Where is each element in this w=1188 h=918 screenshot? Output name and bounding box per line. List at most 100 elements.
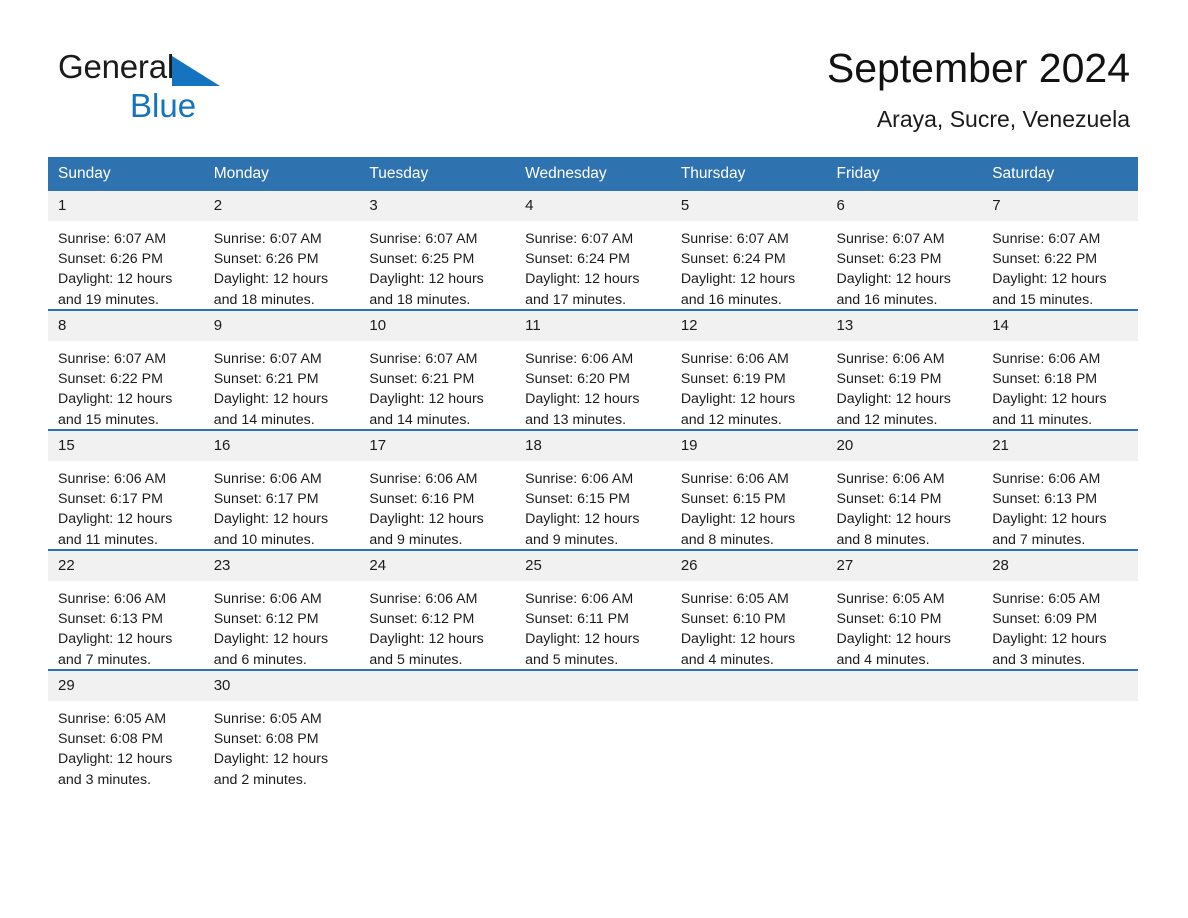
day-cell-inner: 11 Sunrise: 6:06 AM Sunset: 6:20 PM Dayligh… xyxy=(515,311,671,429)
day-daylight-line1-text: Daylight: 12 hours xyxy=(680,391,796,408)
calendar-day-cell[interactable]: 27 Sunrise: 6:05 AM Sunset: 6:10 PM Dayligh… xyxy=(826,549,983,670)
calendar-day-cell[interactable]: 21 Sunrise: 6:06 AM Sunset: 6:13 PM Dayligh… xyxy=(982,429,1138,550)
calendar-day-cell[interactable]: 3 Sunrise: 6:07 AM Sunset: 6:25 PM Daylight… xyxy=(359,191,516,310)
day-cell-inner: 2 Sunrise: 6:07 AM Sunset: 6:26 PM Daylight… xyxy=(203,191,360,309)
day-daylight-line1-text: Daylight: 12 hours xyxy=(213,391,329,408)
day-sunrise-text: Sunrise: 6:07 AM xyxy=(213,231,322,247)
day-daylight-line2-text: and 17 minutes. xyxy=(525,291,627,308)
day-daylight-line2-text: and 18 minutes. xyxy=(213,291,315,308)
day-cell-inner: 1 Sunrise: 6:07 AM Sunset: 6:26 PM Daylight… xyxy=(48,191,204,309)
calendar-day-cell[interactable]: 26 Sunrise: 6:05 AM Sunset: 6:10 PM Dayligh… xyxy=(670,549,827,670)
day-sunset-text: Sunset: 6:20 PM xyxy=(525,371,630,388)
day-daylight-line1-text: Daylight: 12 hours xyxy=(58,751,173,768)
logo-general-label: General xyxy=(58,48,175,85)
calendar-day-cell[interactable]: 24 Sunrise: 6:06 AM Sunset: 6:12 PM Dayligh… xyxy=(359,549,516,670)
day-number: 25 xyxy=(515,551,671,581)
day-sunrise-text: Sunrise: 6:07 AM xyxy=(369,231,478,247)
day-cell-inner: 29 Sunrise: 6:05 AM Sunset: 6:08 PM Dayligh… xyxy=(48,671,204,793)
weekday-header-thursday: Thursday xyxy=(670,157,827,191)
day-cell-inner: 21 Sunrise: 6:06 AM Sunset: 6:13 PM Dayligh… xyxy=(982,431,1138,549)
day-cell-inner xyxy=(826,671,983,793)
day-details: Sunrise: 6:05 AM Sunset: 6:10 PM Daylight:… xyxy=(671,581,827,670)
calendar-day-cell[interactable]: 12 Sunrise: 6:06 AM Sunset: 6:19 PM Dayligh… xyxy=(670,309,827,430)
calendar-day-cell[interactable]: 25 Sunrise: 6:06 AM Sunset: 6:11 PM Dayligh… xyxy=(515,549,671,670)
day-daylight-line1-text: Daylight: 12 hours xyxy=(992,391,1107,408)
day-cell-inner: 13 Sunrise: 6:06 AM Sunset: 6:19 PM Dayligh… xyxy=(826,311,983,429)
sunrise-sunset-calendar: Sunday Monday Tuesday Wednesday Thursday Frid… xyxy=(48,157,1138,793)
calendar-day-cell[interactable]: 14 Sunrise: 6:06 AM Sunset: 6:18 PM Dayligh… xyxy=(982,309,1138,430)
day-daylight-line2-text: and 5 minutes. xyxy=(369,651,463,668)
day-details: Sunrise: 6:05 AM Sunset: 6:08 PM Daylight:… xyxy=(204,701,360,790)
day-number: 3 xyxy=(359,191,516,221)
day-sunset-text: Sunset: 6:09 PM xyxy=(992,611,1098,628)
day-sunset-text: Sunset: 6:23 PM xyxy=(836,251,942,268)
day-cell-inner: 3 Sunrise: 6:07 AM Sunset: 6:25 PM Daylight… xyxy=(359,191,516,310)
day-sunset-text: Sunset: 6:26 PM xyxy=(58,251,163,268)
calendar-day-cell[interactable]: 7 Sunrise: 6:07 AM Sunset: 6:22 PM Daylight… xyxy=(982,191,1138,310)
day-sunset-text: Sunset: 6:12 PM xyxy=(369,611,475,628)
day-number: 29 xyxy=(48,671,204,701)
calendar-cell-empty xyxy=(982,669,1138,793)
calendar-day-cell[interactable]: 8 Sunrise: 6:07 AM Sunset: 6:22 PM Daylight… xyxy=(48,309,204,430)
day-number: 9 xyxy=(203,311,360,341)
calendar-day-cell[interactable]: 1 Sunrise: 6:07 AM Sunset: 6:26 PM Daylight… xyxy=(48,191,204,310)
day-daylight-line1-text: Daylight: 12 hours xyxy=(836,631,951,648)
calendar-day-cell[interactable]: 15 Sunrise: 6:06 AM Sunset: 6:17 PM Dayligh… xyxy=(48,429,204,550)
calendar-day-cell[interactable]: 2 Sunrise: 6:07 AM Sunset: 6:26 PM Daylight… xyxy=(203,191,360,310)
calendar-day-cell[interactable]: 30 Sunrise: 6:05 AM Sunset: 6:08 PM Dayligh… xyxy=(203,669,360,793)
day-cell-inner: 24 Sunrise: 6:06 AM Sunset: 6:12 PM Dayligh… xyxy=(359,551,516,669)
day-daylight-line2-text: and 18 minutes. xyxy=(369,291,471,308)
day-daylight-line2-text: and 19 minutes. xyxy=(58,291,159,308)
day-sunset-text: Sunset: 6:24 PM xyxy=(680,251,786,268)
day-daylight-line2-text: and 4 minutes. xyxy=(680,651,774,668)
day-sunrise-text: Sunrise: 6:06 AM xyxy=(680,471,789,487)
calendar-day-cell[interactable]: 23 Sunrise: 6:06 AM Sunset: 6:12 PM Dayligh… xyxy=(203,549,360,670)
calendar-day-cell[interactable]: 22 Sunrise: 6:06 AM Sunset: 6:13 PM Dayligh… xyxy=(48,549,204,670)
calendar-day-cell[interactable]: 5 Sunrise: 6:07 AM Sunset: 6:24 PM Daylight… xyxy=(670,191,827,310)
calendar-day-cell[interactable]: 9 Sunrise: 6:07 AM Sunset: 6:21 PM Daylight… xyxy=(203,309,360,430)
day-daylight-line2-text: and 15 minutes. xyxy=(992,291,1094,308)
day-sunset-text: Sunset: 6:10 PM xyxy=(680,611,786,628)
day-number: 13 xyxy=(826,311,983,341)
calendar-header-row: Sunday Monday Tuesday Wednesday Thursday Frid… xyxy=(48,157,1138,191)
day-daylight-line2-text: and 3 minutes. xyxy=(58,771,152,788)
day-number: 5 xyxy=(670,191,827,221)
day-number: 2 xyxy=(203,191,360,221)
day-number: 12 xyxy=(670,311,827,341)
day-cell-inner: 22 Sunrise: 6:06 AM Sunset: 6:13 PM Dayligh… xyxy=(48,551,204,669)
day-sunrise-text: Sunrise: 6:06 AM xyxy=(525,351,634,367)
day-sunrise-text: Sunrise: 6:06 AM xyxy=(525,471,634,487)
calendar-day-cell[interactable]: 17 Sunrise: 6:06 AM Sunset: 6:16 PM Dayligh… xyxy=(359,429,516,550)
day-daylight-line2-text: and 11 minutes. xyxy=(992,411,1093,428)
calendar-day-cell[interactable]: 10 Sunrise: 6:07 AM Sunset: 6:21 PM Dayligh… xyxy=(359,309,516,430)
day-sunset-text: Sunset: 6:21 PM xyxy=(369,371,475,388)
calendar-day-cell[interactable]: 11 Sunrise: 6:06 AM Sunset: 6:20 PM Dayligh… xyxy=(515,309,671,430)
day-daylight-line1-text: Daylight: 12 hours xyxy=(836,271,951,288)
calendar-day-cell[interactable]: 19 Sunrise: 6:06 AM Sunset: 6:15 PM Dayligh… xyxy=(670,429,827,550)
calendar-day-cell[interactable]: 28 Sunrise: 6:05 AM Sunset: 6:09 PM Dayligh… xyxy=(982,549,1138,670)
day-number: 11 xyxy=(515,311,671,341)
generalblue-logo[interactable]: General Blue xyxy=(58,50,418,122)
day-details: Sunrise: 6:07 AM Sunset: 6:25 PM Daylight:… xyxy=(359,221,515,310)
weekday-header-wednesday: Wednesday xyxy=(515,157,671,191)
day-cell-inner: 4 Sunrise: 6:07 AM Sunset: 6:24 PM Daylight… xyxy=(515,191,671,309)
day-daylight-line1-text: Daylight: 12 hours xyxy=(680,511,796,528)
day-sunrise-text: Sunrise: 6:06 AM xyxy=(369,591,478,607)
day-cell-inner xyxy=(982,671,1138,793)
day-sunset-text: Sunset: 6:21 PM xyxy=(213,371,319,388)
day-sunset-text: Sunset: 6:15 PM xyxy=(680,491,786,508)
day-sunrise-text: Sunrise: 6:06 AM xyxy=(836,351,945,367)
calendar-day-cell[interactable]: 29 Sunrise: 6:05 AM Sunset: 6:08 PM Dayligh… xyxy=(48,669,204,793)
calendar-day-cell[interactable]: 16 Sunrise: 6:06 AM Sunset: 6:17 PM Dayligh… xyxy=(203,429,360,550)
day-sunset-text: Sunset: 6:22 PM xyxy=(992,251,1098,268)
calendar-day-cell[interactable]: 4 Sunrise: 6:07 AM Sunset: 6:24 PM Daylight… xyxy=(515,191,671,310)
day-cell-inner: 26 Sunrise: 6:05 AM Sunset: 6:10 PM Dayligh… xyxy=(670,551,827,670)
day-daylight-line2-text: and 2 minutes. xyxy=(213,771,307,788)
calendar-day-cell[interactable]: 18 Sunrise: 6:06 AM Sunset: 6:15 PM Dayligh… xyxy=(515,429,671,550)
calendar-day-cell[interactable]: 20 Sunrise: 6:06 AM Sunset: 6:14 PM Dayligh… xyxy=(826,429,983,550)
day-sunrise-text: Sunrise: 6:06 AM xyxy=(213,471,322,487)
day-details: Sunrise: 6:07 AM Sunset: 6:24 PM Daylight:… xyxy=(671,221,827,310)
day-sunrise-text: Sunrise: 6:05 AM xyxy=(836,591,945,607)
calendar-day-cell[interactable]: 13 Sunrise: 6:06 AM Sunset: 6:19 PM Dayligh… xyxy=(826,309,983,430)
calendar-day-cell[interactable]: 6 Sunrise: 6:07 AM Sunset: 6:23 PM Daylight… xyxy=(826,191,983,310)
